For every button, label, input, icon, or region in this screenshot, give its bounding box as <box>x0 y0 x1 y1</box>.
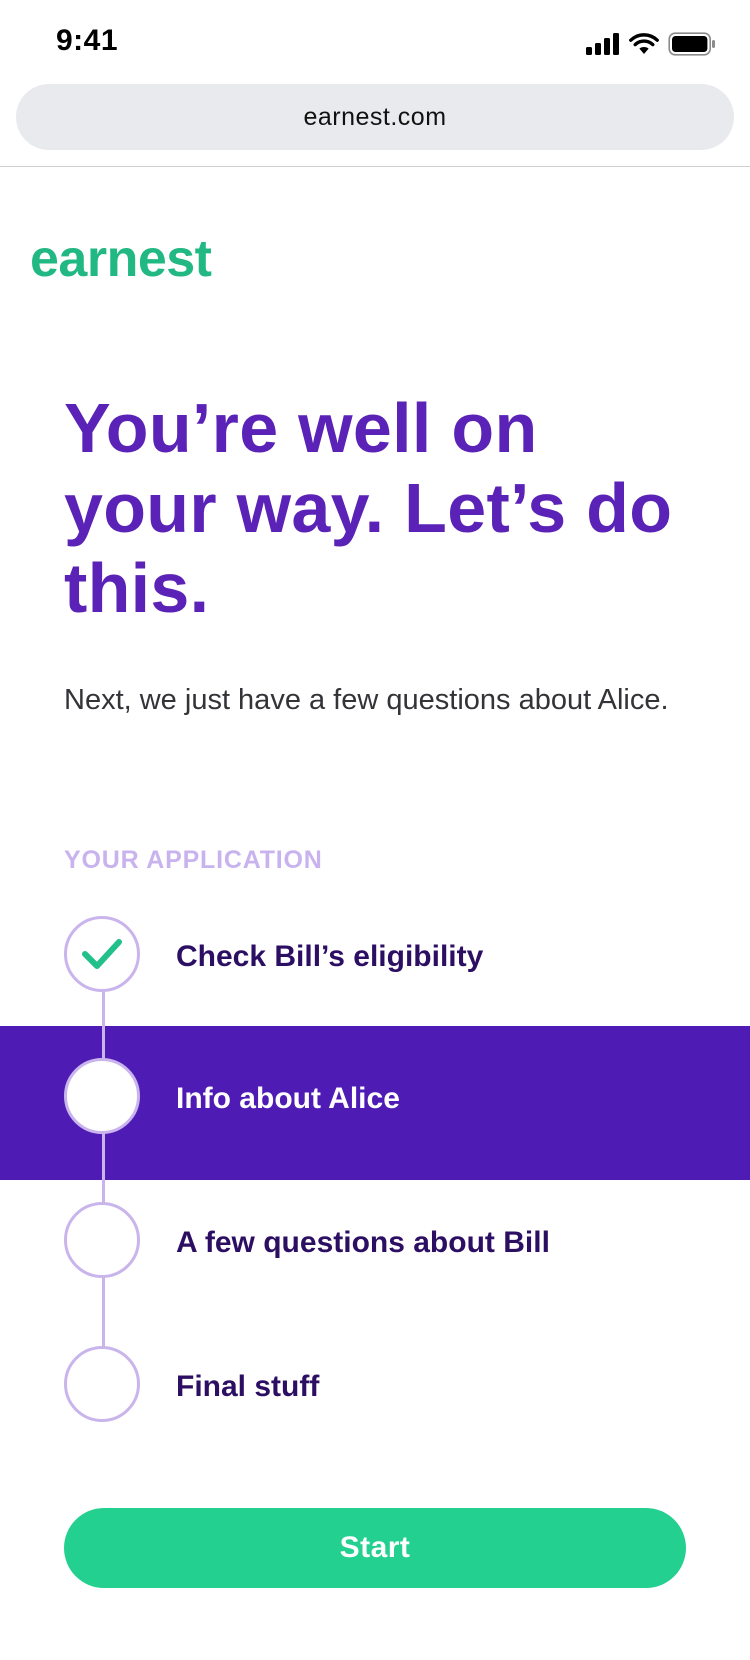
earnest-logo[interactable]: earnest <box>30 228 236 284</box>
step-label-info-alice: Info about Alice <box>176 1082 400 1115</box>
battery-icon <box>668 32 715 56</box>
status-icons <box>586 30 716 58</box>
step-upcoming-indicator <box>64 1202 140 1278</box>
step-connector <box>102 1132 105 1204</box>
section-label: YOUR APPLICATION <box>64 846 323 874</box>
step-connector <box>102 1276 105 1348</box>
step-label-questions-bill: A few questions about Bill <box>176 1226 550 1259</box>
intro-text: Next, we just have a few questions about… <box>64 684 669 716</box>
status-bar: 9:41 <box>0 0 750 84</box>
step-upcoming-indicator <box>64 1346 140 1422</box>
step-current-indicator <box>64 1058 140 1134</box>
start-button[interactable]: Start <box>64 1508 686 1588</box>
checkmark-icon <box>82 939 122 969</box>
page-headline: You’re well on your way. Let’s do this. <box>64 389 673 627</box>
step-label-final-stuff: Final stuff <box>176 1370 320 1403</box>
step-connector <box>102 992 105 1062</box>
url-text: earnest.com <box>303 102 447 131</box>
address-bar[interactable]: earnest.com <box>16 84 734 150</box>
step-complete-indicator <box>64 916 140 992</box>
step-label-eligibility: Check Bill’s eligibility <box>176 940 484 973</box>
wifi-icon <box>629 33 659 54</box>
signal-icon <box>586 33 619 55</box>
status-time: 9:41 <box>56 24 119 57</box>
header-divider <box>0 166 750 167</box>
logo-text: earnest <box>30 230 212 284</box>
